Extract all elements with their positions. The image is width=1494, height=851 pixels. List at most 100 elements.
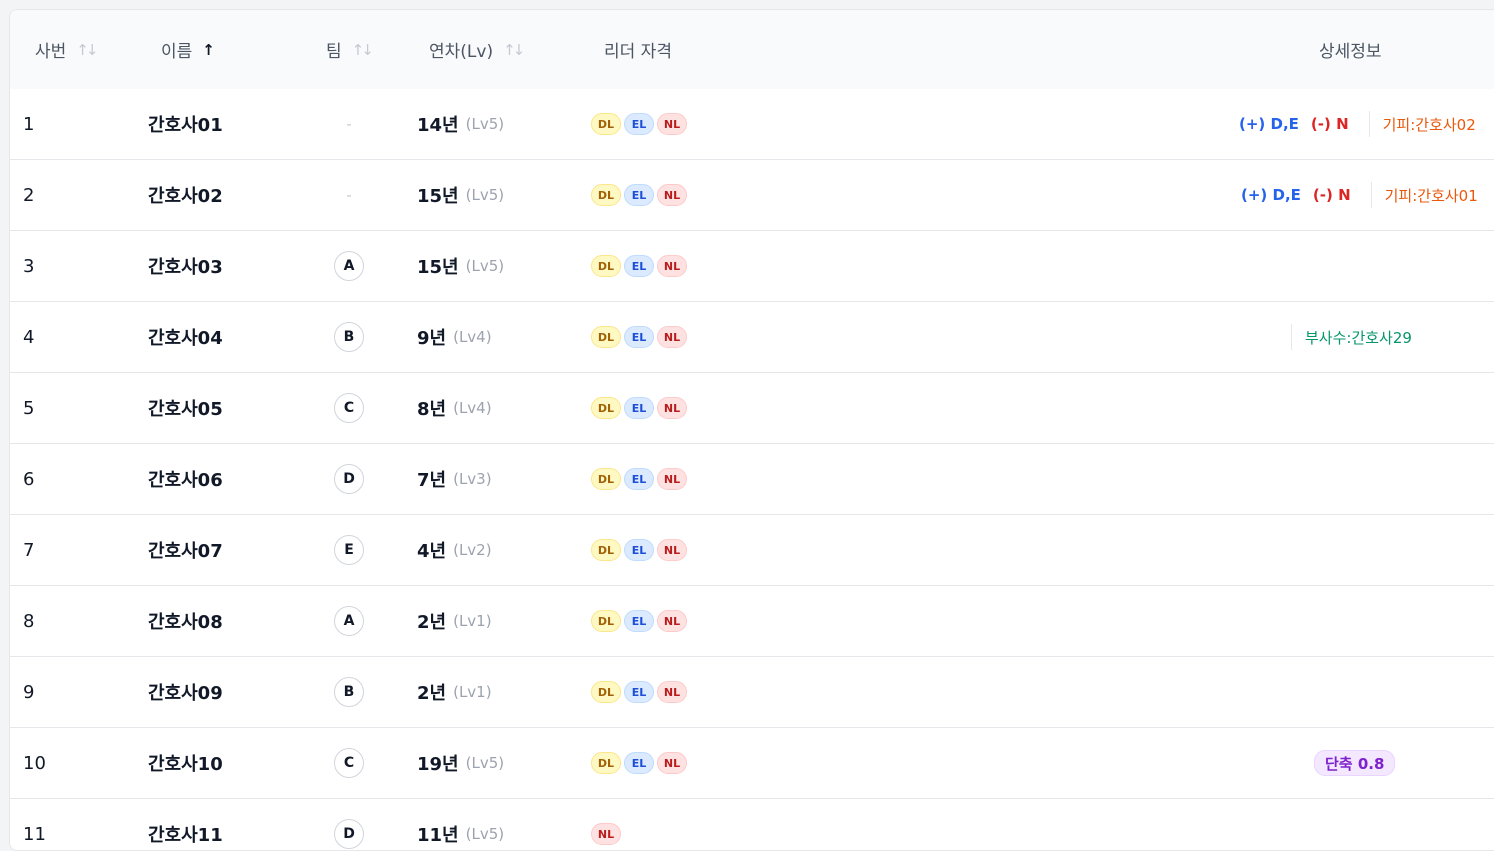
team-cell: C bbox=[332, 373, 366, 443]
leader-cell: DL EL NL bbox=[591, 444, 687, 514]
header-detail: 상세정보 bbox=[1319, 42, 1382, 62]
header-id[interactable]: 사번 ↑↓ bbox=[35, 10, 98, 89]
team-cell: - bbox=[332, 160, 366, 230]
level-value: (Lv5) bbox=[465, 825, 505, 843]
employee-id: 5 bbox=[23, 397, 35, 419]
table-body: 1 간호사01 - 14년 (Lv5) DL EL NL (+) D,E (-) N… bbox=[10, 89, 1494, 850]
nurse-name: 간호사10 bbox=[148, 754, 223, 775]
years-cell: 15년 (Lv5) bbox=[417, 231, 504, 301]
years-cell: 9년 (Lv4) bbox=[417, 302, 492, 372]
leader-badge-el: EL bbox=[624, 752, 654, 774]
leader-badge-dl: DL bbox=[591, 681, 621, 703]
employee-id: 2 bbox=[23, 184, 35, 206]
nurse-name: 간호사01 bbox=[148, 115, 223, 136]
nurse-name: 간호사03 bbox=[148, 257, 223, 278]
avoid-nurse: 기피:간호사01 bbox=[1384, 186, 1478, 205]
header-name[interactable]: 이름 ↑ bbox=[161, 10, 215, 89]
years-cell: 14년 (Lv5) bbox=[417, 89, 504, 159]
leader-badge-el: EL bbox=[624, 468, 654, 490]
level-value: (Lv5) bbox=[465, 115, 505, 133]
level-value: (Lv5) bbox=[465, 186, 505, 204]
leader-badge-nl: NL bbox=[657, 468, 687, 490]
leader-badge-nl: NL bbox=[657, 752, 687, 774]
leader-badge-nl: NL bbox=[657, 326, 687, 348]
leader-badge-nl: NL bbox=[591, 823, 621, 845]
years-cell: 2년 (Lv1) bbox=[417, 586, 492, 656]
table-row[interactable]: 2 간호사02 - 15년 (Lv5) DL EL NL (+) D,E (-) N… bbox=[10, 160, 1494, 231]
leader-badge-el: EL bbox=[624, 681, 654, 703]
table-row[interactable]: 7 간호사07 E 4년 (Lv2) DL EL NL bbox=[10, 515, 1494, 586]
leader-badge-nl: NL bbox=[657, 184, 687, 206]
leader-badge-dl: DL bbox=[591, 539, 621, 561]
years-value: 11년 bbox=[417, 825, 459, 846]
years-value: 2년 bbox=[417, 612, 447, 633]
prefer-shift: (+) D,E bbox=[1241, 186, 1301, 204]
employee-id: 9 bbox=[23, 681, 35, 703]
level-value: (Lv1) bbox=[453, 683, 492, 701]
leader-badge-el: EL bbox=[624, 539, 654, 561]
level-value: (Lv1) bbox=[453, 612, 492, 630]
years-cell: 4년 (Lv2) bbox=[417, 515, 492, 585]
leader-badge-el: EL bbox=[624, 326, 654, 348]
nurse-name: 간호사04 bbox=[148, 328, 223, 349]
leader-badge-dl: DL bbox=[591, 752, 621, 774]
table-row[interactable]: 3 간호사03 A 15년 (Lv5) DL EL NL bbox=[10, 231, 1494, 302]
table-row[interactable]: 5 간호사05 C 8년 (Lv4) DL EL NL bbox=[10, 373, 1494, 444]
leader-cell: DL EL NL bbox=[591, 515, 687, 585]
table-row[interactable]: 11 간호사11 D 11년 (Lv5) NL bbox=[10, 799, 1494, 850]
team-badge: D bbox=[334, 464, 364, 494]
team-badge: B bbox=[334, 322, 364, 352]
table-row[interactable]: 1 간호사01 - 14년 (Lv5) DL EL NL (+) D,E (-) N… bbox=[10, 89, 1494, 160]
nurse-name: 간호사09 bbox=[148, 683, 223, 704]
team-cell: B bbox=[332, 657, 366, 727]
years-cell: 19년 (Lv5) bbox=[417, 728, 504, 798]
years-cell: 8년 (Lv4) bbox=[417, 373, 492, 443]
table-row[interactable]: 6 간호사06 D 7년 (Lv3) DL EL NL bbox=[10, 444, 1494, 515]
sort-icon[interactable]: ↑↓ bbox=[352, 41, 374, 59]
leader-badge-dl: DL bbox=[591, 113, 621, 135]
team-cell: B bbox=[332, 302, 366, 372]
prefer-shift: (+) D,E bbox=[1239, 115, 1299, 133]
employee-id: 4 bbox=[23, 326, 35, 348]
years-value: 19년 bbox=[417, 754, 459, 775]
table-row[interactable]: 4 간호사04 B 9년 (Lv4) DL EL NL 부사수:간호사29 bbox=[10, 302, 1494, 373]
sort-icon[interactable]: ↑↓ bbox=[503, 41, 525, 59]
team-empty: - bbox=[346, 115, 352, 133]
sort-icon[interactable]: ↑↓ bbox=[76, 41, 98, 59]
avoid-nurse: 기피:간호사02 bbox=[1382, 115, 1476, 134]
leader-badge-dl: DL bbox=[591, 326, 621, 348]
leader-badge-nl: NL bbox=[657, 610, 687, 632]
team-cell: D bbox=[332, 444, 366, 514]
employee-id: 10 bbox=[23, 752, 46, 774]
team-badge: A bbox=[334, 251, 364, 281]
employee-id: 1 bbox=[23, 113, 35, 135]
table-row[interactable]: 8 간호사08 A 2년 (Lv1) DL EL NL bbox=[10, 586, 1494, 657]
team-badge: B bbox=[334, 677, 364, 707]
team-cell: D bbox=[332, 799, 366, 850]
leader-badge-dl: DL bbox=[591, 397, 621, 419]
header-leader: 리더 자격 bbox=[604, 42, 672, 62]
leader-badge-el: EL bbox=[624, 397, 654, 419]
nurse-table: 사번 ↑↓ 이름 ↑ 팀 ↑↓ 연차(Lv) ↑↓ 리더 자격 상세정보 1 간… bbox=[9, 9, 1494, 851]
short-badge: 단축 0.8 bbox=[1314, 750, 1396, 776]
leader-badge-nl: NL bbox=[657, 397, 687, 419]
nurse-name: 간호사06 bbox=[148, 470, 223, 491]
leader-badge-nl: NL bbox=[657, 681, 687, 703]
leader-badge-dl: DL bbox=[591, 468, 621, 490]
team-badge: D bbox=[334, 819, 364, 849]
years-value: 15년 bbox=[417, 186, 459, 207]
table-row[interactable]: 9 간호사09 B 2년 (Lv1) DL EL NL bbox=[10, 657, 1494, 728]
leader-badge-el: EL bbox=[624, 113, 654, 135]
table-row[interactable]: 10 간호사10 C 19년 (Lv5) DL EL NL 단축 0.8 bbox=[10, 728, 1494, 799]
leader-cell: DL EL NL bbox=[591, 657, 687, 727]
nurse-name: 간호사07 bbox=[148, 541, 223, 562]
team-cell: A bbox=[332, 231, 366, 301]
header-team[interactable]: 팀 ↑↓ bbox=[326, 10, 374, 89]
leader-cell: DL EL NL bbox=[591, 586, 687, 656]
team-badge: A bbox=[334, 606, 364, 636]
leader-badge-nl: NL bbox=[657, 113, 687, 135]
sort-ascending-icon[interactable]: ↑ bbox=[202, 41, 215, 59]
header-years[interactable]: 연차(Lv) ↑↓ bbox=[429, 10, 525, 89]
leader-badge-el: EL bbox=[624, 610, 654, 632]
team-cell: - bbox=[332, 89, 366, 159]
